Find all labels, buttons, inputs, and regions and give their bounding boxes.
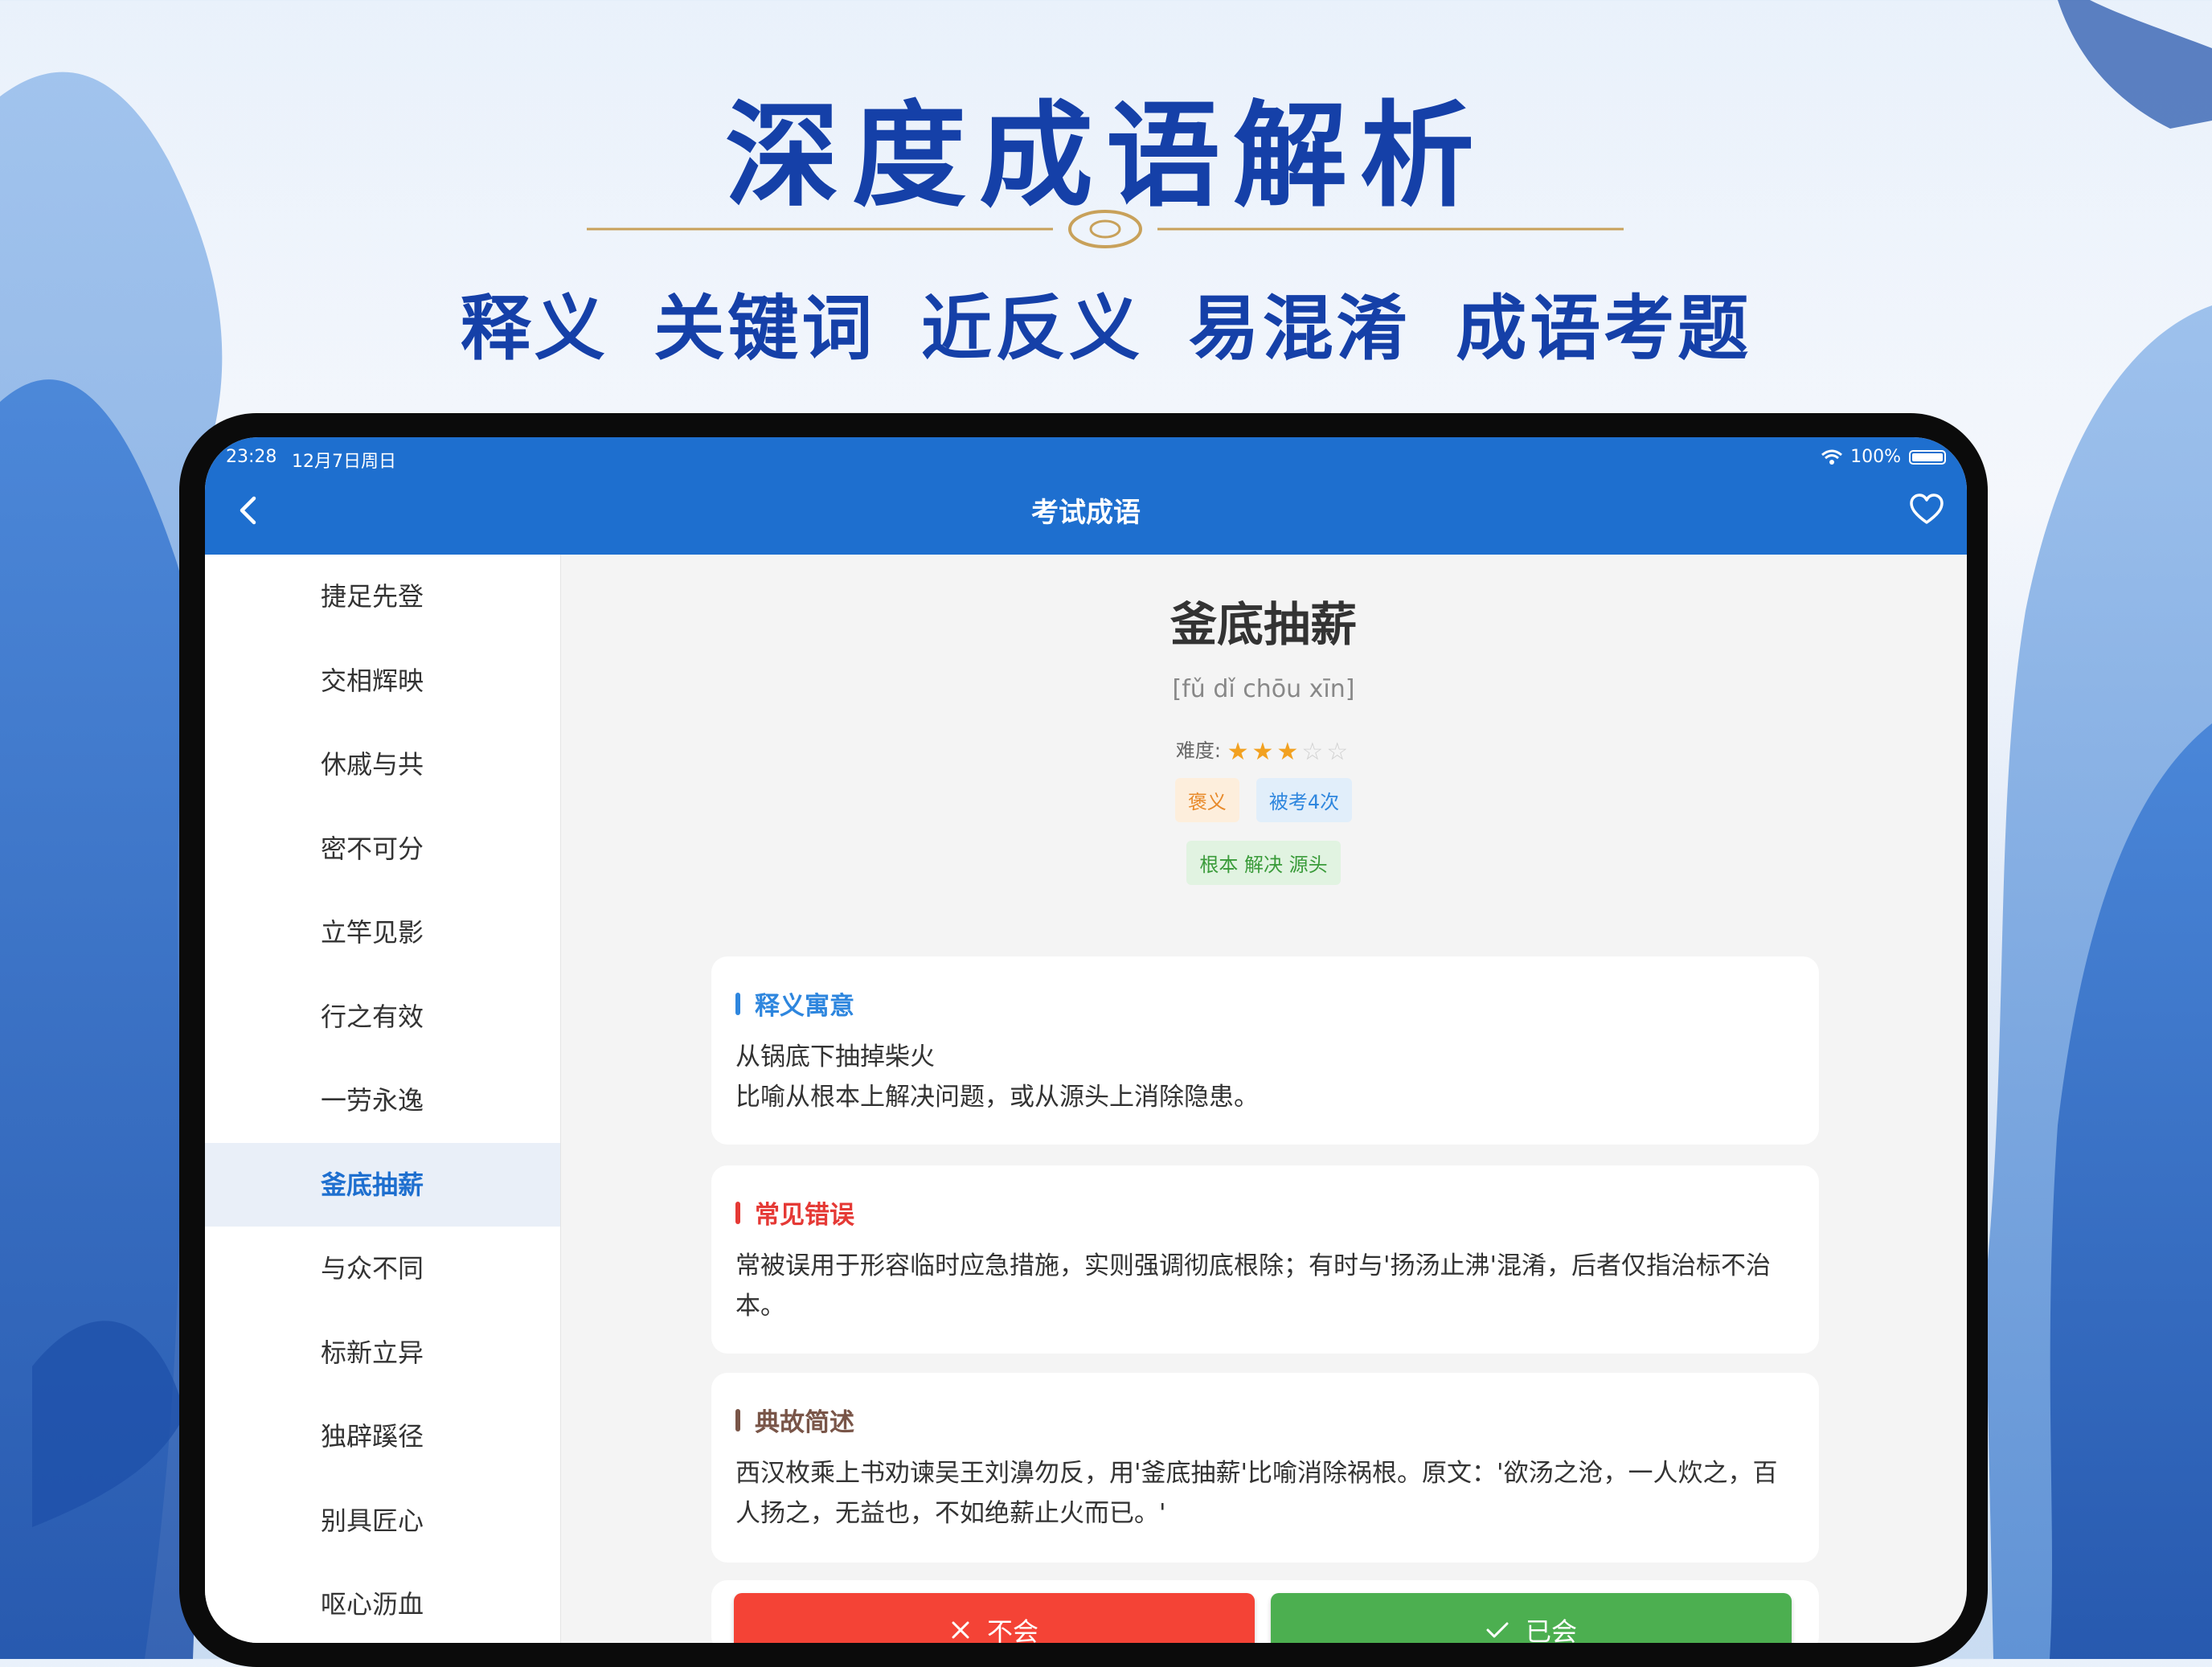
star-empty-icon: ☆ [1301,738,1327,766]
sidebar-item[interactable]: 行之有效 [205,975,560,1059]
status-bar: 23:28 12月7日周日 100% [205,447,1967,473]
tablet-frame: 23:28 12月7日周日 100% 考试成语 捷足先登 交相辉映 休戚与共 密… [179,413,1988,1667]
idiom-pinyin: [fǔ dǐ chōu xīn] [1172,675,1355,703]
star-filled-icon: ★ [1227,738,1252,766]
star-filled-icon: ★ [1251,738,1277,766]
sentiment-tag: 褒义 [1174,778,1239,822]
errors-card-body: 常被误用于形容临时应急措施，实则强调彻底根除；有时与'扬汤止沸'混淆，后者仅指治… [735,1251,1772,1321]
exam-count-tag: 被考4次 [1256,778,1353,822]
star-empty-icon: ☆ [1326,738,1352,766]
meaning-title-text: 释义寓意 [755,992,854,1021]
idiom-detail-panel: 釜底抽薪 [fǔ dǐ chōu xīn] 难度: ★★★☆☆ 褒义 被考4次 … [560,555,1967,1643]
idiom-list-sidebar: 捷足先登 交相辉映 休戚与共 密不可分 立竿见影 行之有效 一劳永逸 釜底抽薪 与众不同 标新立异… [205,555,561,1643]
difficulty-label: 难度: [1175,739,1221,762]
story-card-title: 典故简述 [735,1402,854,1438]
banner-subheadline: 释义 关键词 近反义 易混淆 成语考题 [460,286,1752,370]
sidebar-item[interactable]: 立竿见影 [205,891,560,975]
sidebar-item[interactable]: 密不可分 [205,807,560,891]
favorite-button[interactable] [1907,490,1946,529]
idiom-title: 釜底抽薪 [1169,597,1357,652]
sidebar-item-active[interactable]: 釜底抽薪 [205,1142,560,1227]
story-title-text: 典故简述 [755,1408,854,1437]
battery-percent: 100% [1850,447,1901,467]
not-known-label: 不会 [986,1616,1038,1643]
story-card-body: 西汉枚乘上书劝谏吴王刘濞勿反，用'釜底抽薪'比喻消除祸根。原文：'欲汤之沧，一人… [735,1459,1778,1528]
status-time: 23:28 [226,447,277,467]
app-screen: 23:28 12月7日周日 100% 考试成语 捷足先登 交相辉映 休戚与共 密… [205,437,1967,1643]
page-title: 考试成语 [1031,497,1141,529]
check-icon [1486,1622,1509,1638]
not-known-button[interactable]: 不会 [734,1593,1255,1643]
errors-card-title: 常见错误 [735,1194,854,1231]
status-indicators: 100% [1821,447,1946,467]
wifi-icon [1821,449,1843,465]
status-date: 12月7日周日 [292,452,396,472]
sidebar-item[interactable]: 标新立异 [205,1311,560,1395]
meaning-card-title: 释义寓意 [735,985,854,1022]
battery-icon [1909,449,1946,465]
heart-outline-icon [1910,494,1944,524]
story-card: 典故简述 西汉枚乘上书劝谏吴王刘濞勿反，用'釜底抽薪'比喻消除祸根。原文：'欲汤… [711,1373,1819,1563]
sidebar-item[interactable]: 一劳永逸 [205,1059,560,1143]
section-marker [735,992,740,1015]
keyword-tag: 根本 解决 源头 [1186,841,1341,885]
sidebar-item[interactable]: 捷足先登 [205,555,560,639]
common-errors-card: 常见错误 常被误用于形容临时应急措施，实则强调彻底根除；有时与'扬汤止沸'混淆，… [711,1165,1819,1354]
section-marker [735,1201,740,1224]
meaning-card: 释义寓意 从锅底下抽掉柴火 比喻从根本上解决问题，或从源头上消除隐患。 [711,956,1819,1145]
banner-headline: 深度成语解析 [725,89,1487,223]
sidebar-item[interactable]: 独辟蹊径 [205,1395,560,1479]
errors-title-text: 常见错误 [755,1201,854,1230]
cloud-ornament-icon [587,210,1624,248]
keyword-tags: 根本 解决 源头 [560,841,1967,885]
meaning-card-body: 从锅底下抽掉柴火 比喻从根本上解决问题，或从源头上消除隐患。 [735,1037,1795,1117]
known-button[interactable]: 已会 [1271,1593,1792,1643]
difficulty-rating: 难度: ★★★☆☆ [560,735,1967,766]
section-marker [735,1408,740,1431]
close-icon [952,1621,969,1639]
sidebar-item[interactable]: 交相辉映 [205,639,560,723]
sidebar-item[interactable]: 呕心沥血 [205,1563,560,1643]
meaning-literal: 从锅底下抽掉柴火 [735,1042,935,1071]
star-rating: ★★★☆☆ [1227,738,1352,766]
sidebar-item[interactable]: 别具匠心 [205,1479,560,1563]
meaning-figurative: 比喻从根本上解决问题，或从源头上消除隐患。 [735,1083,1259,1112]
app-bar: 23:28 12月7日周日 100% 考试成语 [205,437,1967,555]
sidebar-item[interactable]: 与众不同 [205,1227,560,1311]
sidebar-item[interactable]: 休戚与共 [205,723,560,807]
tag-list: 褒义 被考4次 [560,778,1967,822]
known-label: 已会 [1525,1616,1577,1643]
star-filled-icon: ★ [1276,738,1302,766]
